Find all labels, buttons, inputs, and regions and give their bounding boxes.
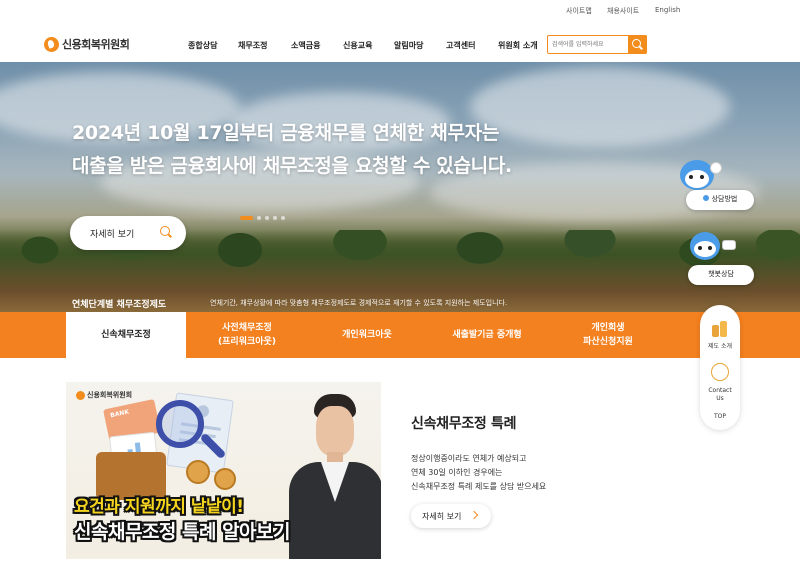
tab-label: 개인회생 bbox=[591, 323, 625, 333]
promo-video-thumbnail[interactable]: 신용회복위원회 BANK 요건과 지원까지 낱낱이! 신속채무조정 특례 알아보… bbox=[66, 382, 381, 559]
debt-program-label: 연체단계별 채무조정제도 bbox=[72, 300, 167, 310]
carousel-dot[interactable] bbox=[273, 216, 277, 220]
search-icon[interactable] bbox=[628, 35, 647, 54]
section-detail-button-label: 자세히 보기 bbox=[422, 512, 462, 521]
section-detail-button[interactable]: 자세히 보기 bbox=[411, 504, 491, 528]
site-logo[interactable]: 신용회복위원회 bbox=[44, 36, 130, 52]
magnifier-icon bbox=[160, 226, 170, 236]
carousel-dot-active[interactable] bbox=[240, 216, 253, 220]
utility-bar: 사이트맵 채용사이트 English bbox=[0, 0, 800, 24]
nav-item-notice[interactable]: 알림마당 bbox=[394, 40, 423, 51]
carousel-indicator[interactable] bbox=[240, 216, 285, 220]
thumbnail-logo: 신용회복위원회 bbox=[76, 390, 132, 400]
logo-flame-icon bbox=[76, 390, 85, 400]
speech-bubble-icon bbox=[722, 240, 736, 250]
hero-detail-button[interactable]: 자세히 보기 bbox=[70, 216, 186, 250]
search-input[interactable] bbox=[552, 39, 624, 50]
phone-icon bbox=[702, 195, 709, 201]
contact-us-link[interactable]: Contact Us bbox=[700, 387, 740, 403]
nav-item-credit-edu[interactable]: 신용교육 bbox=[343, 40, 372, 51]
logo-text: 신용회복위원회 bbox=[62, 38, 130, 51]
section-description: 정상이행중이라도 연체가 예상되고 연체 30일 이하인 경우에는 신속채무조정… bbox=[411, 454, 547, 491]
tab-label: 신속채무조정 bbox=[101, 330, 151, 340]
tab-label: 사전채무조정 bbox=[222, 323, 272, 333]
tab-fast-debt-adjust[interactable]: 신속채무조정 bbox=[66, 312, 186, 358]
nav-item-consult[interactable]: 종합상담 bbox=[188, 40, 217, 51]
chatbot-label: 챗봇상담 bbox=[708, 270, 734, 278]
scroll-top-button[interactable]: TOP bbox=[700, 413, 740, 421]
tab-label: 새출발기금 중개형 bbox=[452, 330, 522, 340]
english-link[interactable]: English bbox=[655, 6, 680, 14]
thumbnail-headline: 요건과 지원까지 낱낱이! bbox=[74, 497, 244, 517]
hero-banner: 2024년 10월 17일부터 금융채무를 연체한 채무자는 대출을 받은 금융… bbox=[0, 62, 800, 312]
recruit-link[interactable]: 채용사이트 bbox=[607, 6, 639, 16]
sitemap-link[interactable]: 사이트맵 bbox=[566, 6, 592, 16]
magnifier-illustration-icon bbox=[156, 400, 204, 448]
nav-item-about[interactable]: 위원회 소개 bbox=[498, 40, 538, 51]
consult-method-button[interactable]: 상담방법 bbox=[686, 190, 754, 210]
logo-flame-icon bbox=[44, 36, 59, 52]
tab-label: 개인워크아웃 bbox=[342, 330, 392, 340]
tab-personal-workout[interactable]: 개인워크아웃 bbox=[308, 312, 426, 358]
tab-sublabel: (프리워크아웃) bbox=[218, 337, 276, 347]
nav-item-customer[interactable]: 고객센터 bbox=[446, 40, 475, 51]
bank-card-text: BANK bbox=[109, 408, 130, 420]
hero-detail-button-label: 자세히 보기 bbox=[90, 230, 135, 240]
consult-method-label: 상담방법 bbox=[711, 195, 738, 203]
tab-sublabel: 파산신청지원 bbox=[583, 337, 633, 347]
debt-program-desc: 연체기간, 채무상황에 따라 맞춤형 채무조정제도로 경제적으로 재기할 수 있… bbox=[210, 299, 508, 307]
coins-icon[interactable] bbox=[712, 321, 728, 337]
carousel-dot[interactable] bbox=[265, 216, 269, 220]
thumbnail-logo-text: 신용회복위원회 bbox=[87, 391, 133, 399]
tab-pre-workout[interactable]: 사전채무조정 (프리워크아웃) bbox=[186, 312, 308, 358]
tab-rehabilitation[interactable]: 개인회생 파산신청지원 bbox=[548, 312, 668, 358]
program-tabs: 신속채무조정 사전채무조정 (프리워크아웃) 개인워크아웃 새출발기금 중개형 … bbox=[0, 312, 800, 358]
chevron-right-icon bbox=[469, 510, 479, 520]
hero-title-line1: 2024년 10월 17일부터 금융채무를 연체한 채무자는 bbox=[72, 122, 499, 144]
chat-phone-icon[interactable] bbox=[711, 363, 729, 381]
hero-title-line2: 대출을 받은 금융회사에 채무조정을 요청할 수 있습니다. bbox=[72, 155, 512, 177]
tab-fresh-start-fund[interactable]: 새출발기금 중개형 bbox=[426, 312, 548, 358]
program-intro-link[interactable]: 제도 소개 bbox=[700, 343, 740, 351]
thumbnail-subheadline: 신속채무조정 특례 알아보기 bbox=[74, 521, 291, 543]
quick-menu: 제도 소개 Contact Us TOP bbox=[700, 305, 740, 430]
presenter-photo bbox=[281, 392, 381, 559]
header: 신용회복위원회 종합상담 채무조정 소액금융 신용교육 알림마당 고객센터 위원… bbox=[0, 24, 800, 62]
nav-item-debt-adjust[interactable]: 채무조정 bbox=[238, 40, 267, 51]
hero-title: 2024년 10월 17일부터 금융채무를 연체한 채무자는 대출을 받은 금융… bbox=[72, 117, 512, 183]
carousel-dot[interactable] bbox=[257, 216, 261, 220]
chatbot-button[interactable]: 챗봇상담 bbox=[688, 265, 754, 285]
carousel-dot[interactable] bbox=[281, 216, 285, 220]
nav-item-microfinance[interactable]: 소액금융 bbox=[291, 40, 320, 51]
section-title: 신속채무조정 특례 bbox=[411, 416, 517, 432]
headset-icon bbox=[710, 162, 722, 174]
coin-illustration bbox=[186, 460, 210, 484]
search-box bbox=[547, 35, 647, 54]
